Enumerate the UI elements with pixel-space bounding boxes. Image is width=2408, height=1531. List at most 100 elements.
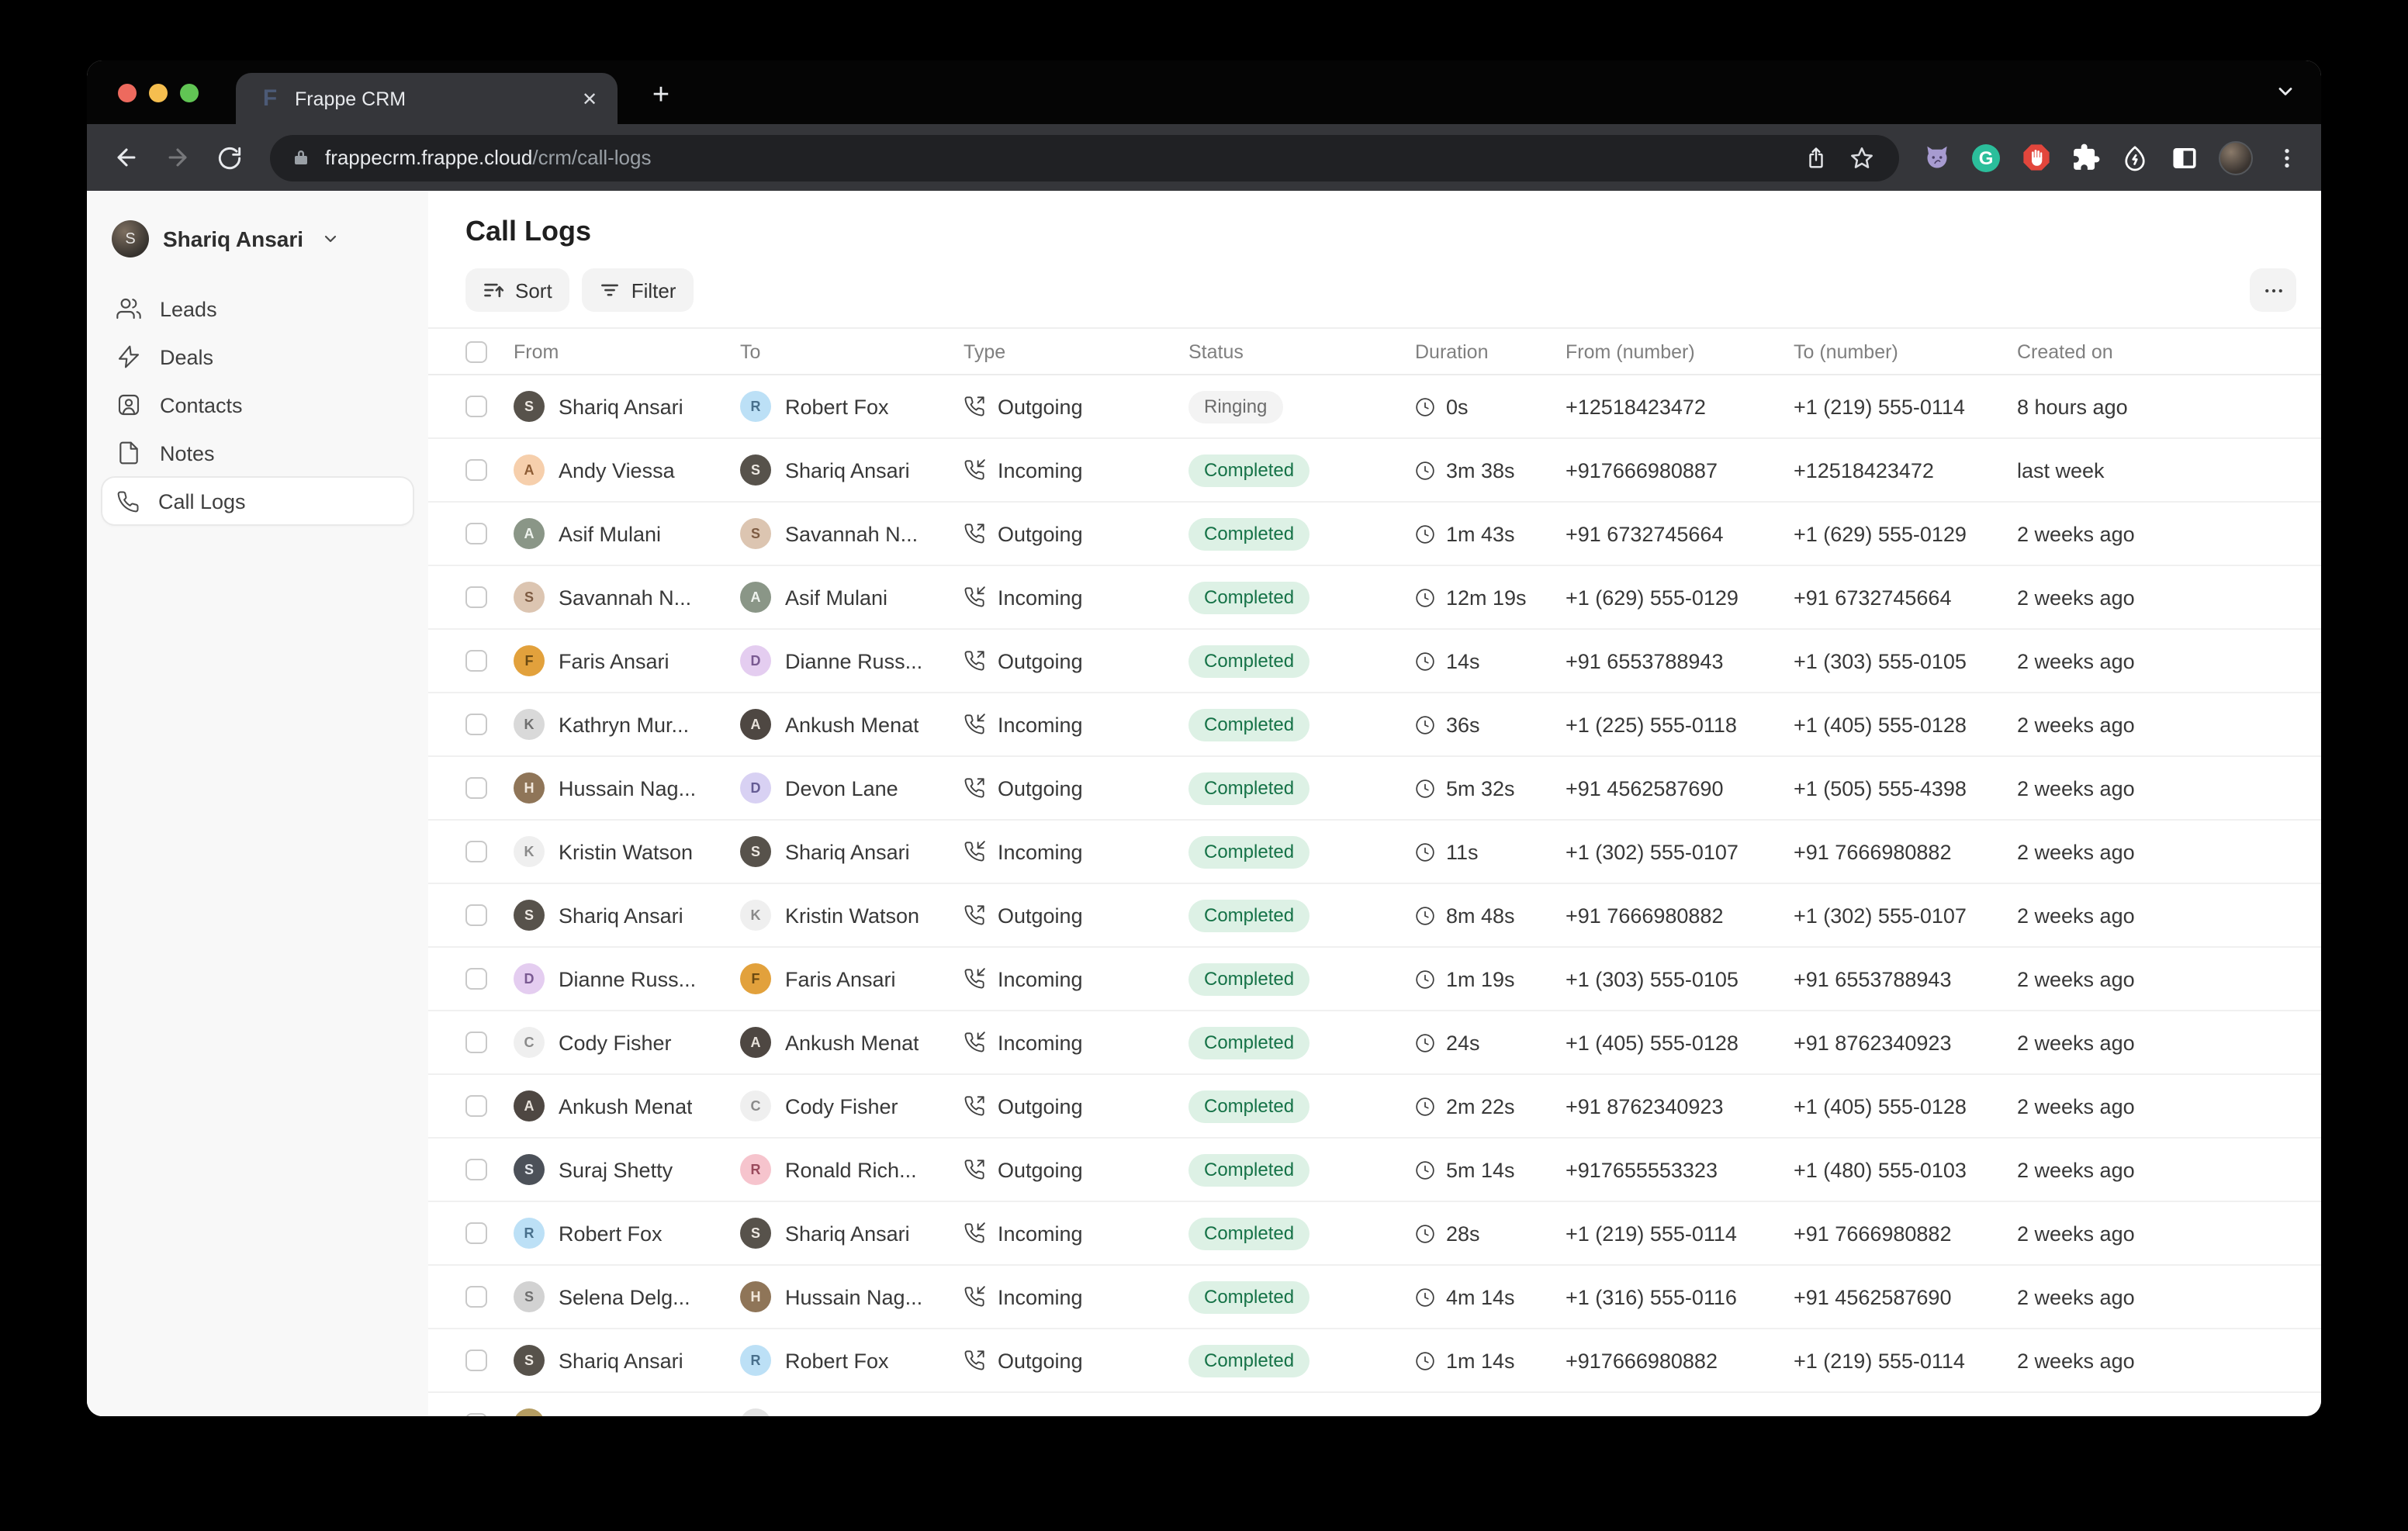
- to-name: Dianne Russ...: [785, 649, 922, 672]
- row-checkbox[interactable]: [465, 1222, 487, 1244]
- browser-menu-icon[interactable]: [2271, 142, 2302, 173]
- leaf-extension-icon[interactable]: [2119, 142, 2150, 173]
- table-row[interactable]: KKathryn Mur...AAnkush MenatIncomingComp…: [428, 693, 2321, 757]
- row-checkbox[interactable]: [465, 714, 487, 735]
- filter-button[interactable]: Filter: [582, 268, 694, 312]
- outgoing-call-icon: [964, 650, 985, 672]
- sidebar-item-deals[interactable]: Deals: [102, 334, 413, 380]
- column-header[interactable]: To: [740, 340, 964, 362]
- row-checkbox[interactable]: [465, 1350, 487, 1371]
- sidebar-item-leads[interactable]: Leads: [102, 285, 413, 332]
- select-all-checkbox[interactable]: [465, 340, 487, 362]
- back-button[interactable]: [106, 136, 149, 179]
- status-badge: Completed: [1188, 708, 1310, 741]
- row-checkbox[interactable]: [465, 904, 487, 926]
- table-row[interactable]: KKristin WatsonSShariq AnsariIncomingCom…: [428, 821, 2321, 884]
- minimize-window-button[interactable]: [149, 84, 168, 102]
- row-checkbox[interactable]: [465, 777, 487, 799]
- extensions-puzzle-icon[interactable]: [2070, 142, 2101, 173]
- call-log-table: SShariq AnsariRRobert FoxOutgoingRinging…: [428, 375, 2321, 1416]
- bookmark-star-icon[interactable]: [1849, 145, 1874, 170]
- created-on: 8 hours ago: [2017, 395, 2128, 418]
- row-checkbox[interactable]: [465, 523, 487, 544]
- table-row[interactable]: AAsif MulaniSSavannah N...OutgoingComple…: [428, 503, 2321, 566]
- sidebar-item-notes[interactable]: Notes: [102, 430, 413, 476]
- to-name: Robert Fox: [785, 1349, 889, 1372]
- table-row[interactable]: SSavannah N...AAsif MulaniIncomingComple…: [428, 566, 2321, 630]
- row-checkbox[interactable]: [465, 841, 487, 862]
- new-tab-button[interactable]: +: [639, 74, 683, 118]
- duration: 14s: [1446, 649, 1480, 672]
- row-checkbox[interactable]: [465, 968, 487, 990]
- table-row[interactable]: RRobert FoxSShariq AnsariIncomingComplet…: [428, 1202, 2321, 1266]
- from-name: Ankush Menat: [559, 1094, 693, 1118]
- tab-close-icon[interactable]: ✕: [577, 86, 602, 111]
- status-badge: Completed: [1188, 899, 1310, 931]
- sidebar-item-contacts[interactable]: Contacts: [102, 382, 413, 428]
- row-checkbox[interactable]: [465, 1032, 487, 1053]
- table-row[interactable]: CCody FisherAAnkush MenatIncomingComplet…: [428, 1011, 2321, 1075]
- status-badge: Completed: [1188, 835, 1310, 868]
- avatar: A: [740, 1027, 771, 1058]
- row-checkbox[interactable]: [465, 650, 487, 672]
- to-number: +1 (302) 555-0107: [1794, 904, 1967, 927]
- browser-tab[interactable]: F Frappe CRM ✕: [236, 73, 618, 124]
- browser-profile-avatar[interactable]: [2219, 140, 2253, 175]
- row-checkbox[interactable]: [465, 586, 487, 608]
- created-on: last week: [2017, 458, 2105, 482]
- tab-search-chevron-icon[interactable]: [2275, 81, 2296, 110]
- table-row[interactable]: HHussain Nag...DDevon LaneOutgoingComple…: [428, 757, 2321, 821]
- from-number: +1 (225) 555-0118: [1566, 713, 1737, 736]
- adblock-extension-icon[interactable]: [2020, 142, 2051, 173]
- to-number: +12518423472: [1794, 458, 1934, 482]
- incoming-call-icon: [964, 968, 985, 990]
- row-checkbox[interactable]: [465, 1413, 487, 1416]
- grammarly-extension-icon[interactable]: G: [1970, 142, 2001, 173]
- avatar: S: [740, 1218, 771, 1249]
- reload-button[interactable]: [207, 136, 251, 179]
- column-header[interactable]: Duration: [1415, 340, 1566, 362]
- column-header[interactable]: To (number): [1794, 340, 2017, 362]
- avatar: S: [740, 518, 771, 549]
- table-row[interactable]: SShariq AnsariRRobert FoxOutgoingRinging…: [428, 375, 2321, 439]
- table-row[interactable]: SShariq AnsariRRobert FoxOutgoingComplet…: [428, 1329, 2321, 1393]
- user-menu[interactable]: S Shariq Ansari: [87, 216, 428, 262]
- table-row[interactable]: [428, 1393, 2321, 1416]
- column-header[interactable]: Type: [964, 340, 1188, 362]
- outgoing-call-icon: [964, 1350, 985, 1371]
- avatar: [740, 1408, 771, 1416]
- from-name: Savannah N...: [559, 586, 691, 609]
- table-row[interactable]: AAndy ViessaSShariq AnsariIncomingComple…: [428, 439, 2321, 503]
- table-row[interactable]: SSelena Delg...HHussain Nag...IncomingCo…: [428, 1266, 2321, 1329]
- avatar: C: [514, 1027, 545, 1058]
- incoming-call-icon: [964, 1286, 985, 1308]
- outgoing-call-icon: [964, 523, 985, 544]
- url-bar[interactable]: frappecrm.frappe.cloud/crm/call-logs: [271, 134, 1899, 181]
- close-window-button[interactable]: [118, 84, 137, 102]
- sidebar-item-call-logs[interactable]: Call Logs: [102, 478, 413, 524]
- row-checkbox[interactable]: [465, 1095, 487, 1117]
- to-name: Kristin Watson: [785, 904, 919, 927]
- table-row[interactable]: DDianne Russ...FFaris AnsariIncomingComp…: [428, 948, 2321, 1011]
- more-options-button[interactable]: [2250, 268, 2296, 312]
- row-checkbox[interactable]: [465, 1159, 487, 1180]
- table-row[interactable]: AAnkush MenatCCody FisherOutgoingComplet…: [428, 1075, 2321, 1139]
- forward-button[interactable]: [157, 136, 200, 179]
- row-checkbox[interactable]: [465, 396, 487, 417]
- table-row[interactable]: SShariq AnsariKKristin WatsonOutgoingCom…: [428, 884, 2321, 948]
- table-row[interactable]: SSuraj ShettyRRonald Rich...OutgoingComp…: [428, 1139, 2321, 1202]
- zoom-window-button[interactable]: [180, 84, 199, 102]
- github-extension-icon[interactable]: [1921, 142, 1952, 173]
- avatar: S: [740, 836, 771, 867]
- column-header[interactable]: From (number): [1566, 340, 1794, 362]
- column-header[interactable]: From: [514, 340, 740, 362]
- table-row[interactable]: FFaris AnsariDDianne Russ...OutgoingComp…: [428, 630, 2321, 693]
- share-icon[interactable]: [1804, 145, 1828, 170]
- call-type: Incoming: [998, 1285, 1083, 1308]
- sort-button[interactable]: Sort: [465, 268, 569, 312]
- side-panel-icon[interactable]: [2169, 142, 2200, 173]
- row-checkbox[interactable]: [465, 459, 487, 481]
- row-checkbox[interactable]: [465, 1286, 487, 1308]
- column-header[interactable]: Status: [1188, 340, 1415, 362]
- column-header[interactable]: Created on: [2017, 340, 2287, 362]
